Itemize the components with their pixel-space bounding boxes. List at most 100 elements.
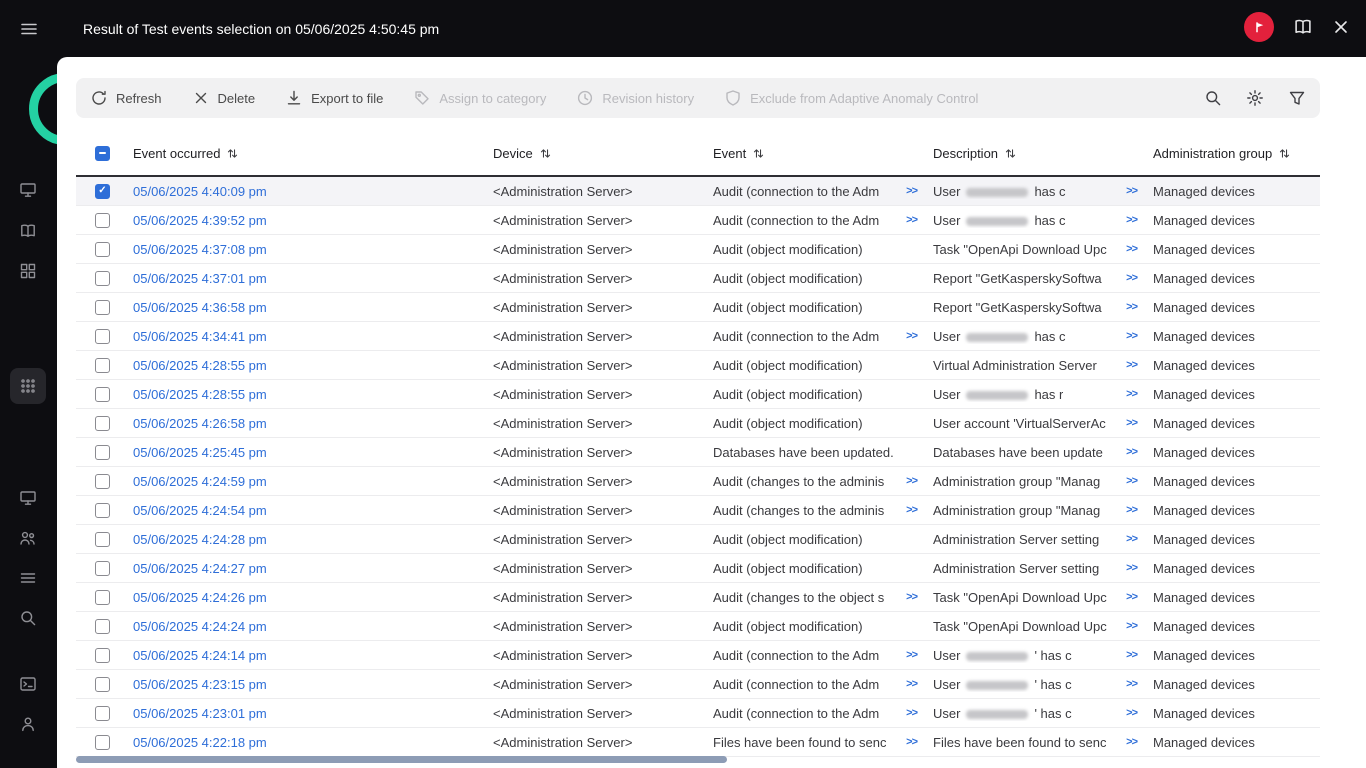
- sort-icon[interactable]: [752, 147, 765, 160]
- table-row[interactable]: 05/06/2025 4:24:28 pm<Administration Ser…: [76, 525, 1320, 554]
- row-checkbox[interactable]: [95, 503, 110, 518]
- expand-description-link[interactable]: >>: [1120, 388, 1137, 400]
- expand-description-link[interactable]: >>: [1120, 620, 1137, 632]
- expand-description-link[interactable]: >>: [1120, 359, 1137, 371]
- event-time-link[interactable]: 05/06/2025 4:24:27 pm: [133, 561, 267, 576]
- settings-icon[interactable]: [1246, 89, 1264, 107]
- expand-event-link[interactable]: >>: [900, 330, 917, 342]
- column-header-description[interactable]: Description: [933, 146, 1153, 161]
- row-checkbox[interactable]: [95, 416, 110, 431]
- repositories-icon[interactable]: [19, 569, 37, 587]
- table-row[interactable]: 05/06/2025 4:24:14 pm<Administration Ser…: [76, 641, 1320, 670]
- event-time-link[interactable]: 05/06/2025 4:37:01 pm: [133, 271, 267, 286]
- event-time-link[interactable]: 05/06/2025 4:40:09 pm: [133, 184, 267, 199]
- row-checkbox[interactable]: [95, 619, 110, 634]
- event-time-link[interactable]: 05/06/2025 4:24:24 pm: [133, 619, 267, 634]
- expand-description-link[interactable]: >>: [1120, 736, 1137, 748]
- expand-event-link[interactable]: >>: [900, 736, 917, 748]
- event-time-link[interactable]: 05/06/2025 4:24:28 pm: [133, 532, 267, 547]
- table-row[interactable]: 05/06/2025 4:28:55 pm<Administration Ser…: [76, 380, 1320, 409]
- row-checkbox[interactable]: [95, 677, 110, 692]
- row-checkbox[interactable]: [95, 648, 110, 663]
- row-checkbox[interactable]: [95, 561, 110, 576]
- expand-description-link[interactable]: >>: [1120, 562, 1137, 574]
- event-time-link[interactable]: 05/06/2025 4:34:41 pm: [133, 329, 267, 344]
- column-header-administration-group[interactable]: Administration group: [1153, 146, 1320, 161]
- services-icon[interactable]: [19, 262, 37, 280]
- table-row[interactable]: 05/06/2025 4:26:58 pm<Administration Ser…: [76, 409, 1320, 438]
- refresh-button[interactable]: Refresh: [90, 89, 162, 107]
- expand-description-link[interactable]: >>: [1120, 591, 1137, 603]
- export-to-file-button[interactable]: Export to file: [285, 89, 383, 107]
- table-row[interactable]: 05/06/2025 4:24:27 pm<Administration Ser…: [76, 554, 1320, 583]
- table-row[interactable]: 05/06/2025 4:37:01 pm<Administration Ser…: [76, 264, 1320, 293]
- table-row[interactable]: 05/06/2025 4:36:58 pm<Administration Ser…: [76, 293, 1320, 322]
- table-row[interactable]: 05/06/2025 4:24:59 pm<Administration Ser…: [76, 467, 1320, 496]
- expand-description-link[interactable]: >>: [1120, 533, 1137, 545]
- row-checkbox[interactable]: [95, 532, 110, 547]
- console-icon[interactable]: [19, 675, 37, 693]
- row-checkbox[interactable]: [95, 271, 110, 286]
- expand-description-link[interactable]: >>: [1120, 330, 1137, 342]
- expand-description-link[interactable]: >>: [1120, 214, 1137, 226]
- table-row[interactable]: 05/06/2025 4:40:09 pm<Administration Ser…: [76, 177, 1320, 206]
- expand-description-link[interactable]: >>: [1120, 475, 1137, 487]
- row-checkbox[interactable]: [95, 329, 110, 344]
- event-time-link[interactable]: 05/06/2025 4:24:59 pm: [133, 474, 267, 489]
- expand-description-link[interactable]: >>: [1120, 243, 1137, 255]
- current-section-icon[interactable]: [10, 368, 46, 404]
- expand-event-link[interactable]: >>: [900, 678, 917, 690]
- devices-icon[interactable]: [19, 489, 37, 507]
- event-time-link[interactable]: 05/06/2025 4:25:45 pm: [133, 445, 267, 460]
- column-header-event-occurred[interactable]: Event occurred: [133, 146, 493, 161]
- filter-icon[interactable]: [1288, 89, 1306, 107]
- expand-event-link[interactable]: >>: [900, 475, 917, 487]
- event-time-link[interactable]: 05/06/2025 4:24:14 pm: [133, 648, 267, 663]
- search-icon[interactable]: [1204, 89, 1222, 107]
- sort-icon[interactable]: [1004, 147, 1017, 160]
- event-time-link[interactable]: 05/06/2025 4:24:26 pm: [133, 590, 267, 605]
- sort-icon[interactable]: [1278, 147, 1291, 160]
- close-icon[interactable]: [1332, 18, 1350, 36]
- horizontal-scrollbar-thumb[interactable]: [76, 756, 727, 763]
- delete-button[interactable]: Delete: [192, 89, 256, 107]
- row-checkbox[interactable]: [95, 358, 110, 373]
- table-row[interactable]: 05/06/2025 4:24:54 pm<Administration Ser…: [76, 496, 1320, 525]
- expand-description-link[interactable]: >>: [1120, 446, 1137, 458]
- row-checkbox[interactable]: [95, 184, 110, 199]
- row-checkbox[interactable]: [95, 213, 110, 228]
- reports-icon[interactable]: [19, 222, 37, 240]
- search-icon[interactable]: [19, 609, 37, 627]
- event-time-link[interactable]: 05/06/2025 4:37:08 pm: [133, 242, 267, 257]
- expand-description-link[interactable]: >>: [1120, 707, 1137, 719]
- documentation-icon[interactable]: [1293, 17, 1313, 37]
- monitoring-icon[interactable]: [19, 181, 37, 199]
- sort-icon[interactable]: [539, 147, 552, 160]
- expand-description-link[interactable]: >>: [1120, 272, 1137, 284]
- row-checkbox[interactable]: [95, 242, 110, 257]
- expand-description-link[interactable]: >>: [1120, 504, 1137, 516]
- column-header-device[interactable]: Device: [493, 146, 713, 161]
- sort-icon[interactable]: [226, 147, 239, 160]
- row-checkbox[interactable]: [95, 300, 110, 315]
- expand-event-link[interactable]: >>: [900, 214, 917, 226]
- table-row[interactable]: 05/06/2025 4:28:55 pm<Administration Ser…: [76, 351, 1320, 380]
- table-row[interactable]: 05/06/2025 4:34:41 pm<Administration Ser…: [76, 322, 1320, 351]
- event-time-link[interactable]: 05/06/2025 4:39:52 pm: [133, 213, 267, 228]
- event-time-link[interactable]: 05/06/2025 4:26:58 pm: [133, 416, 267, 431]
- expand-event-link[interactable]: >>: [900, 649, 917, 661]
- event-time-link[interactable]: 05/06/2025 4:28:55 pm: [133, 358, 267, 373]
- expand-description-link[interactable]: >>: [1120, 185, 1137, 197]
- row-checkbox[interactable]: [95, 590, 110, 605]
- expand-event-link[interactable]: >>: [900, 591, 917, 603]
- expand-description-link[interactable]: >>: [1120, 649, 1137, 661]
- event-time-link[interactable]: 05/06/2025 4:36:58 pm: [133, 300, 267, 315]
- row-checkbox[interactable]: [95, 735, 110, 750]
- row-checkbox[interactable]: [95, 474, 110, 489]
- users-icon[interactable]: [19, 529, 37, 547]
- expand-event-link[interactable]: >>: [900, 707, 917, 719]
- table-row[interactable]: 05/06/2025 4:25:45 pm<Administration Ser…: [76, 438, 1320, 467]
- select-all-checkbox[interactable]: [95, 146, 110, 161]
- menu-icon[interactable]: [20, 20, 38, 38]
- expand-description-link[interactable]: >>: [1120, 417, 1137, 429]
